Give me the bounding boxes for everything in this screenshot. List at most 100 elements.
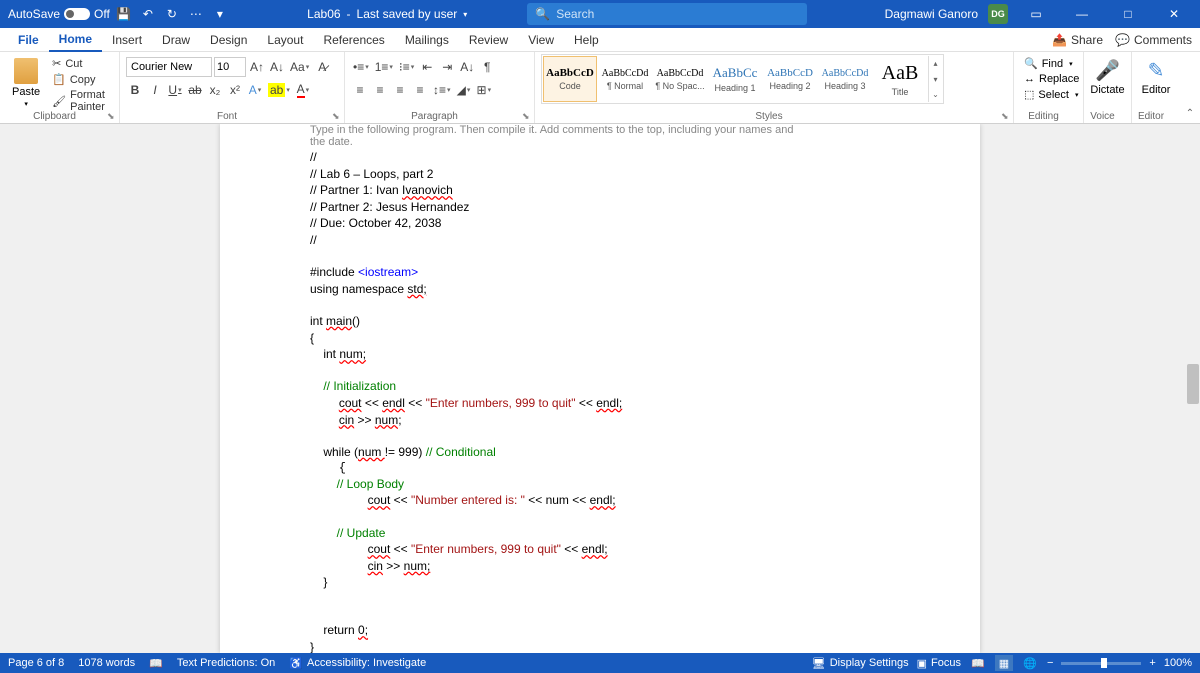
close-icon[interactable]: ✕	[1156, 0, 1192, 28]
styles-gallery[interactable]: AaBbCcDCode AaBbCcDd¶ Normal AaBbCcDd¶ N…	[541, 54, 944, 104]
word-count[interactable]: 1078 words	[78, 657, 135, 669]
numbering-button[interactable]: 1≡	[373, 57, 395, 77]
zoom-slider[interactable]	[1061, 662, 1141, 665]
borders-button[interactable]: ⊞	[475, 80, 494, 100]
clear-format-button[interactable]: A̷	[313, 57, 331, 77]
gallery-up-icon[interactable]: ▴	[929, 56, 942, 71]
user-name[interactable]: Dagmawi Ganoro	[885, 7, 978, 21]
select-button[interactable]: ⬚Select▾	[1020, 87, 1077, 102]
style-heading3[interactable]: AaBbCcDdHeading 3	[818, 56, 872, 102]
cut-button[interactable]: ✂Cut	[50, 56, 113, 71]
editor-button[interactable]: ✎ Editor	[1138, 54, 1174, 100]
line-spacing-button[interactable]: ↕≡	[431, 80, 453, 100]
page-indicator[interactable]: Page 6 of 8	[8, 657, 64, 669]
spell-check-icon[interactable]: 📖	[149, 657, 163, 670]
style-nospacing[interactable]: AaBbCcDd¶ No Spac...	[653, 56, 707, 102]
strike-button[interactable]: ab	[186, 80, 204, 100]
tab-insert[interactable]: Insert	[102, 28, 152, 52]
align-center-button[interactable]: ≡	[371, 80, 389, 100]
focus-mode[interactable]: ▣Focus	[917, 657, 961, 670]
maximize-icon[interactable]: □	[1110, 0, 1146, 28]
font-color-button[interactable]: A	[294, 80, 312, 100]
dictate-button[interactable]: 🎤 Dictate	[1090, 54, 1125, 100]
redo-icon[interactable]: ↻	[162, 4, 182, 24]
tab-review[interactable]: Review	[459, 28, 518, 52]
zoom-in-button[interactable]: +	[1149, 657, 1155, 669]
style-normal[interactable]: AaBbCcDd¶ Normal	[598, 56, 652, 102]
replace-button[interactable]: ↔Replace	[1020, 72, 1077, 86]
zoom-thumb[interactable]	[1101, 658, 1107, 668]
search-box[interactable]: 🔍 Search	[527, 3, 807, 25]
page[interactable]: Type in the following program. Then comp…	[220, 124, 980, 653]
justify-button[interactable]: ≡	[411, 80, 429, 100]
tab-design[interactable]: Design	[200, 28, 257, 52]
tab-references[interactable]: References	[313, 28, 394, 52]
highlight-button[interactable]: ab	[266, 80, 292, 100]
sort-button[interactable]: A↓	[458, 57, 476, 77]
align-right-button[interactable]: ≡	[391, 80, 409, 100]
comments-button[interactable]: 💬 Comments	[1115, 33, 1192, 47]
gallery-down-icon[interactable]: ▾	[929, 72, 942, 87]
group-label-font: Font	[120, 111, 334, 122]
shading-button[interactable]: ◢	[455, 80, 473, 100]
multilevel-button[interactable]: ⁝≡	[397, 57, 416, 77]
tab-help[interactable]: Help	[564, 28, 609, 52]
clipboard-launcher-icon[interactable]: ⬊	[107, 111, 117, 121]
tab-view[interactable]: View	[518, 28, 564, 52]
tab-mailings[interactable]: Mailings	[395, 28, 459, 52]
change-case-button[interactable]: Aa	[288, 57, 311, 77]
toggle-switch[interactable]	[64, 8, 90, 20]
bold-button[interactable]: B	[126, 80, 144, 100]
web-layout-icon[interactable]: 🌐	[1021, 655, 1039, 671]
display-settings[interactable]: 🖥Display Settings	[812, 657, 909, 670]
text-predictions[interactable]: Text Predictions: On	[177, 657, 275, 669]
styles-launcher-icon[interactable]: ⬊	[1001, 111, 1011, 121]
align-left-button[interactable]: ≡	[351, 80, 369, 100]
style-title[interactable]: AaBTitle	[873, 56, 927, 102]
tab-file[interactable]: File	[8, 28, 49, 52]
collapse-ribbon-icon[interactable]: ⌃	[1180, 52, 1200, 123]
tab-home[interactable]: Home	[49, 28, 102, 52]
underline-button[interactable]: U	[166, 80, 184, 100]
show-marks-button[interactable]: ¶	[478, 57, 496, 77]
bullets-button[interactable]: •≡	[351, 57, 371, 77]
style-heading1[interactable]: AaBbCcHeading 1	[708, 56, 762, 102]
read-mode-icon[interactable]: 📖	[969, 655, 987, 671]
autosave-toggle[interactable]: AutoSave Off	[8, 7, 110, 21]
find-button[interactable]: 🔍Find▾	[1020, 56, 1077, 71]
user-badge[interactable]: DG	[988, 4, 1008, 24]
accessibility-check[interactable]: ♿Accessibility: Investigate	[289, 657, 426, 670]
subscript-button[interactable]: x₂	[206, 80, 224, 100]
superscript-button[interactable]: x²	[226, 80, 244, 100]
print-layout-icon[interactable]: ▦	[995, 655, 1013, 671]
minimize-icon[interactable]: —	[1064, 0, 1100, 28]
decrease-indent-button[interactable]: ⇤	[418, 57, 436, 77]
vertical-scrollbar[interactable]	[1186, 124, 1200, 653]
qat-more-icon[interactable]: ⋯	[186, 4, 206, 24]
italic-button[interactable]: I	[146, 80, 164, 100]
grow-font-button[interactable]: A↑	[248, 57, 266, 77]
tab-draw[interactable]: Draw	[152, 28, 200, 52]
tab-layout[interactable]: Layout	[257, 28, 313, 52]
style-heading2[interactable]: AaBbCcDHeading 2	[763, 56, 817, 102]
code-block[interactable]: // // Lab 6 – Loops, part 2 // Partner 1…	[310, 150, 890, 653]
undo-icon[interactable]: ↶	[138, 4, 158, 24]
gallery-more-icon[interactable]: ⌄	[929, 87, 942, 102]
scrollbar-thumb[interactable]	[1187, 364, 1199, 404]
document-title[interactable]: Lab06 - Last saved by user ▾	[307, 7, 467, 21]
ribbon-options-icon[interactable]: ▭	[1018, 0, 1054, 28]
share-button[interactable]: 📤 Share	[1052, 33, 1103, 47]
style-code[interactable]: AaBbCcDCode	[543, 56, 597, 102]
increase-indent-button[interactable]: ⇥	[438, 57, 456, 77]
zoom-level[interactable]: 100%	[1164, 657, 1192, 669]
text-effects-button[interactable]: A	[246, 80, 264, 100]
shrink-font-button[interactable]: A↓	[268, 57, 286, 77]
zoom-out-button[interactable]: −	[1047, 657, 1053, 669]
save-icon[interactable]: 💾	[114, 4, 134, 24]
qat-dropdown-icon[interactable]: ▾	[210, 4, 230, 24]
paragraph-launcher-icon[interactable]: ⬊	[522, 111, 532, 121]
font-name-select[interactable]	[126, 57, 212, 77]
copy-button[interactable]: 📋Copy	[50, 72, 113, 87]
font-launcher-icon[interactable]: ⬊	[332, 111, 342, 121]
font-size-select[interactable]	[214, 57, 246, 77]
